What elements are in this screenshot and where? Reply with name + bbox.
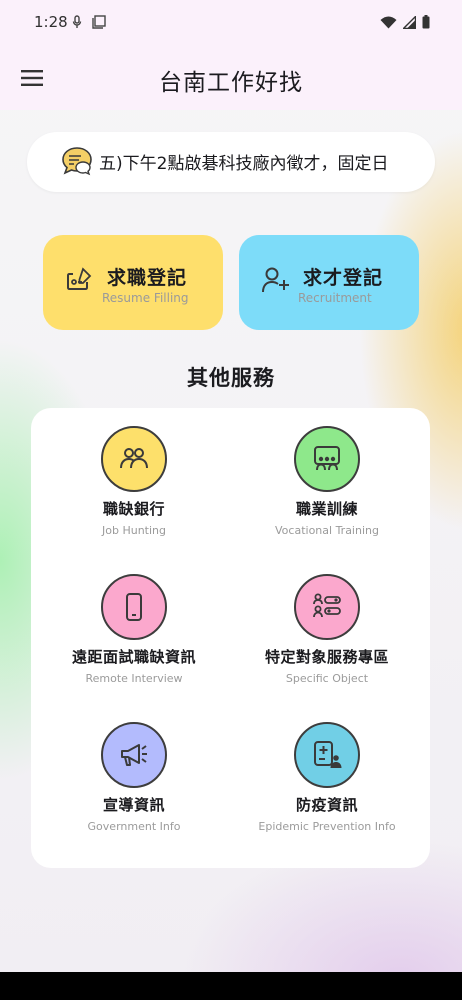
service-title: 遠距面試職缺資訊 — [71, 648, 196, 666]
service-title: 防疫資訊 — [295, 796, 358, 814]
service-subtitle: Remote Interview — [85, 672, 183, 685]
megaphone-icon — [101, 722, 167, 788]
chat-bubble-icon — [61, 146, 93, 180]
recruitment-title: 求才登記 — [303, 267, 384, 289]
service-subtitle: Vocational Training — [275, 524, 379, 537]
add-person-icon — [261, 265, 291, 299]
service-title: 職缺銀行 — [102, 500, 165, 518]
service-subtitle: Job Hunting — [102, 524, 166, 537]
services-card: 職缺銀行 Job Hunting 職業訓練 Vocational Trainin… — [31, 408, 430, 868]
resume-filling-subtitle: Resume Filling — [102, 291, 189, 305]
other-services-heading: 其他服務 — [187, 366, 275, 390]
status-bar: 1:28 — [0, 0, 462, 46]
status-notification-icons — [72, 14, 106, 33]
screenshot-icon — [92, 14, 106, 33]
service-title: 職業訓練 — [295, 500, 358, 518]
medical-person-icon — [294, 722, 360, 788]
cell-signal-icon — [401, 14, 417, 33]
service-remote-interview[interactable]: 遠距面試職缺資訊 Remote Interview — [39, 574, 229, 685]
classroom-icon — [294, 426, 360, 492]
recruitment-button[interactable]: 求才登記 Recruitment — [239, 235, 419, 330]
service-specific-object[interactable]: 特定對象服務專區 Specific Object — [232, 574, 422, 685]
announcement-text: 五)下午2點啟碁科技廠內徵才，固定日 — [99, 154, 389, 174]
status-system-icons — [380, 14, 430, 33]
status-time: 1:28 — [34, 13, 68, 31]
service-government-info[interactable]: 宣導資訊 Government Info — [39, 722, 229, 833]
battery-icon — [422, 14, 430, 33]
mic-icon — [72, 14, 82, 33]
system-navigation-bar — [0, 972, 462, 1000]
recruitment-subtitle: Recruitment — [298, 291, 372, 305]
service-epidemic-prevention[interactable]: 防疫資訊 Epidemic Prevention Info — [232, 722, 422, 833]
service-title: 宣導資訊 — [102, 796, 165, 814]
service-subtitle: Epidemic Prevention Info — [258, 820, 396, 833]
id-card-edit-icon — [65, 265, 93, 297]
app-title: 台南工作好找 — [159, 70, 303, 96]
service-job-hunting[interactable]: 職缺銀行 Job Hunting — [39, 426, 229, 537]
service-title: 特定對象服務專區 — [264, 648, 389, 666]
service-subtitle: Government Info — [87, 820, 181, 833]
people-group-icon — [101, 426, 167, 492]
smartphone-icon — [101, 574, 167, 640]
resume-filling-title: 求職登記 — [107, 267, 188, 289]
service-subtitle: Specific Object — [285, 672, 369, 685]
app-bar: 台南工作好找 — [0, 46, 462, 110]
people-list-icon — [294, 574, 360, 640]
announcement-banner[interactable]: 五)下午2點啟碁科技廠內徵才，固定日 — [27, 132, 435, 192]
service-vocational-training[interactable]: 職業訓練 Vocational Training — [232, 426, 422, 537]
resume-filling-button[interactable]: 求職登記 Resume Filling — [43, 235, 223, 330]
wifi-icon — [380, 14, 397, 33]
